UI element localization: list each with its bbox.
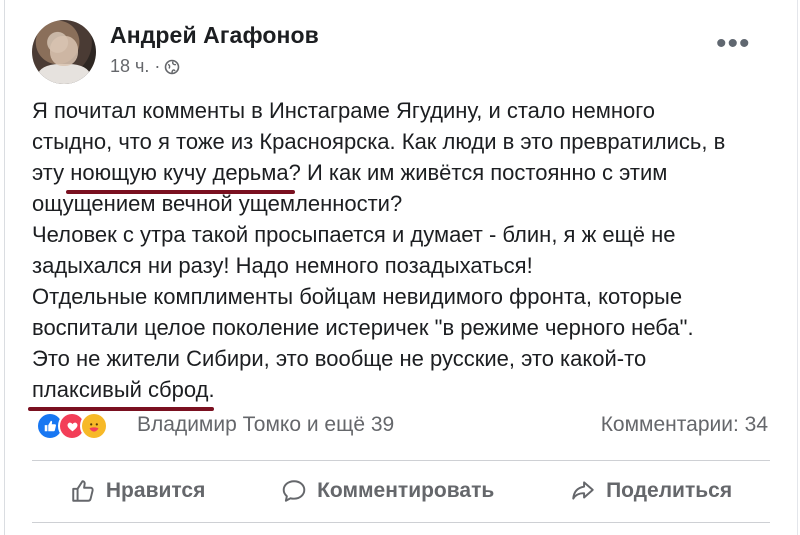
post-time[interactable]: 18 ч. · (110, 56, 160, 77)
underlined-phrase: ноющую кучу дерьма (66, 157, 296, 194)
underlined-phrase: плаксивый сброд (27, 374, 215, 411)
share-arrow-icon (572, 481, 594, 500)
avatar-face (50, 36, 78, 66)
author-name[interactable]: Андрей Агафонов (110, 22, 319, 49)
post-line-text: . (208, 377, 215, 402)
actions-bottom-divider (32, 522, 770, 523)
reaction-icons[interactable] (36, 412, 108, 440)
share-label: Поделиться (606, 479, 733, 502)
avatar-shirt (38, 64, 90, 84)
post-line: Это не жители Сибири, это вообще не русс… (32, 343, 777, 374)
post-line: стыдно, что я тоже из Красноярска. Как л… (32, 126, 777, 157)
comment-label: Комментировать (317, 479, 495, 502)
post-line-text: стыдно, что я тоже из Красноярска. Как л… (32, 129, 726, 154)
action-bar: Нравится Комментировать Поделиться (32, 465, 770, 517)
globe-icon (165, 59, 180, 74)
post-line: воспитали целое поколение истеричек "в р… (32, 312, 777, 343)
post-line-text: воспитали целое поколение истеричек "в р… (32, 315, 694, 340)
post-line-text: задыхался ни разу! Надо немного позадыха… (32, 253, 533, 278)
like-label: Нравится (105, 479, 206, 502)
card-left-border (4, 0, 5, 535)
post-meta: 18 ч. · (110, 56, 180, 77)
post-line: задыхался ни разу! Надо немного позадыха… (32, 250, 777, 281)
post-line: Отдельные комплименты бойцам невидимого … (32, 281, 777, 312)
share-button[interactable]: Поделиться (570, 478, 732, 504)
care-icon (80, 412, 108, 440)
post-line-text: ? И как им живётся постоянно с этим (288, 160, 668, 185)
reaction-names[interactable]: Владимир Томко и ещё 39 (137, 413, 394, 437)
actions-top-divider (32, 460, 770, 461)
post-line-text: Отдельные комплименты бойцам невидимого … (32, 284, 683, 309)
thumbs-up-icon (72, 480, 94, 502)
post-line: Я почитал комменты в Инстаграме Ягудину,… (32, 95, 777, 126)
like-button[interactable]: Нравится (70, 478, 205, 504)
author-avatar[interactable] (32, 20, 96, 84)
post-line: Человек с утра такой просыпается и думае… (32, 219, 777, 250)
post-text: Я почитал комменты в Инстаграме Ягудину,… (27, 95, 777, 411)
comment-button[interactable]: Комментировать (281, 478, 494, 504)
post-line-text: Я почитал комменты в Инстаграме Ягудину,… (32, 98, 656, 123)
post-line: плаксивый сброд. (27, 374, 777, 411)
post-line-text: ощущением вечной ущемленности? (32, 191, 403, 216)
facebook-post-card: Андрей Агафонов 18 ч. · ••• Я почитал ко… (0, 0, 800, 535)
post-line-text: Человек с утра такой просыпается и думае… (32, 222, 676, 247)
speech-bubble-icon (282, 480, 306, 502)
post-line-text: Это не жители Сибири, это вообще не русс… (32, 346, 647, 371)
comments-count[interactable]: Комментарии: 34 (601, 413, 768, 437)
card-right-border (797, 0, 798, 535)
post-line: эту ноющую кучу дерьма? И как им живётся… (32, 157, 777, 194)
more-options-icon[interactable]: ••• (716, 29, 751, 59)
post-line-text: эту (32, 160, 71, 185)
